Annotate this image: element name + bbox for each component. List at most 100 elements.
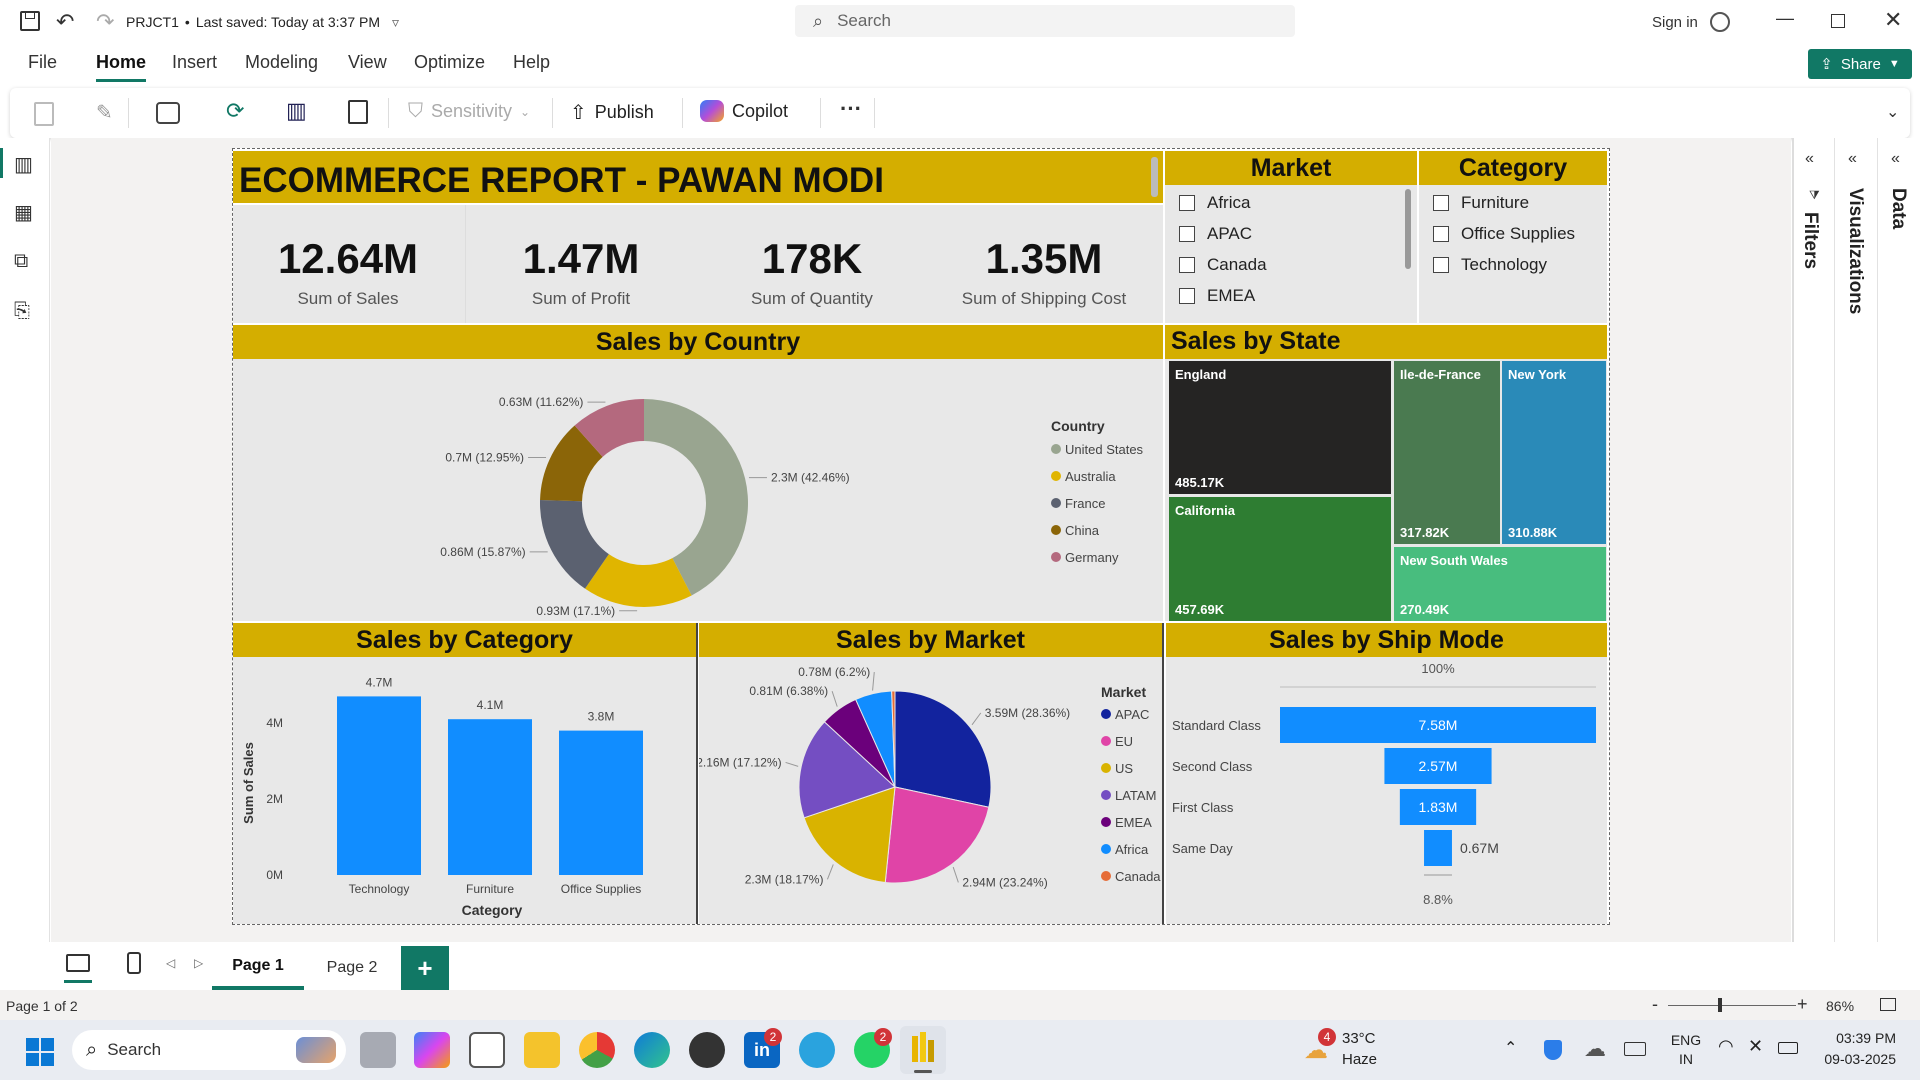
chrome-icon[interactable] bbox=[579, 1032, 615, 1068]
file-info[interactable]: PRJCT1 • Last saved: Today at 3:37 PM ▿ bbox=[126, 14, 399, 31]
tab-help[interactable]: Help bbox=[513, 52, 550, 73]
tab-insert[interactable]: Insert bbox=[172, 52, 217, 73]
tab-view[interactable]: View bbox=[348, 52, 387, 73]
share-button[interactable]: ⇪ Share ▼ bbox=[1808, 49, 1912, 79]
checkbox[interactable] bbox=[1433, 195, 1449, 211]
more-options-button[interactable]: ··· bbox=[840, 96, 862, 122]
expand-icon[interactable]: « bbox=[1848, 150, 1857, 168]
checkbox[interactable] bbox=[1179, 288, 1195, 304]
checkbox[interactable] bbox=[1433, 226, 1449, 242]
sales-by-category-visual[interactable]: Sales by Category 0M 2M 4M Sum of Sales 4.7M… bbox=[233, 623, 698, 924]
prev-page-icon[interactable]: ◁ bbox=[166, 956, 175, 970]
windows-start-icon[interactable] bbox=[26, 1038, 54, 1066]
sales-by-state-visual[interactable]: Sales by State England 485.17K Californi… bbox=[1165, 325, 1607, 621]
expand-icon[interactable]: « bbox=[1891, 150, 1900, 168]
zoom-out-button[interactable]: - bbox=[1652, 994, 1658, 1015]
keyboard-icon[interactable] bbox=[1624, 1042, 1646, 1056]
scrollbar[interactable] bbox=[1405, 189, 1411, 269]
defender-icon[interactable] bbox=[1544, 1040, 1562, 1060]
sales-by-country-visual[interactable]: Sales by Country 2.3M (42.46%) 0.93M (17.… bbox=[233, 325, 1163, 621]
category-label: First Class bbox=[1172, 800, 1234, 815]
edge-icon[interactable] bbox=[634, 1032, 670, 1068]
notification-badge: 2 bbox=[764, 1028, 782, 1046]
zoom-in-button[interactable]: + bbox=[1797, 994, 1808, 1015]
fit-to-page-icon[interactable] bbox=[1880, 998, 1896, 1011]
minimize-button[interactable]: — bbox=[1776, 8, 1794, 29]
visualizations-pane[interactable]: « Visualizations bbox=[1836, 138, 1878, 942]
sales-by-ship-mode-visual[interactable]: Sales by Ship Mode 100% 7.58M Standard Cla… bbox=[1166, 623, 1607, 924]
sales-by-market-visual[interactable]: Sales by Market 3.59M (28.36%) 2.94M (23.… bbox=[699, 623, 1164, 924]
page-tab-1[interactable]: Page 1 bbox=[212, 946, 304, 990]
treemap-tile-california[interactable]: California 457.69K bbox=[1169, 497, 1391, 621]
checkbox[interactable] bbox=[1179, 226, 1195, 242]
snipping-tool-icon[interactable] bbox=[689, 1032, 725, 1068]
slicer-item[interactable]: Technology bbox=[1433, 255, 1547, 275]
report-view-icon[interactable]: ▥ bbox=[14, 152, 33, 177]
slicer-item[interactable]: APAC bbox=[1179, 224, 1252, 244]
page-tab-2[interactable]: Page 2 bbox=[306, 946, 398, 990]
ribbon-tabs: File Home Insert Modeling View Optimize … bbox=[0, 44, 1920, 84]
onedrive-icon[interactable]: ☁ bbox=[1584, 1036, 1606, 1062]
tab-file[interactable]: File bbox=[28, 52, 57, 73]
format-painter-icon[interactable]: ✎ bbox=[96, 100, 113, 125]
treemap-tile-ile-de-france[interactable]: Ile-de-France 317.82K bbox=[1394, 361, 1500, 544]
slicer-item[interactable]: Africa bbox=[1179, 193, 1250, 213]
sensitivity-button[interactable]: ⛉ Sensitivity ⌄ bbox=[408, 100, 530, 123]
search-input[interactable]: ⌕ Search bbox=[795, 5, 1295, 37]
copilot-taskbar-icon[interactable] bbox=[414, 1032, 450, 1068]
powerbi-taskbar-icon[interactable] bbox=[900, 1026, 946, 1074]
expand-icon[interactable]: « bbox=[1805, 150, 1814, 168]
maximize-button[interactable] bbox=[1831, 14, 1845, 28]
language-indicator[interactable]: ENG IN bbox=[1668, 1032, 1704, 1067]
clock[interactable]: 03:39 PM 09-03-2025 bbox=[1810, 1030, 1896, 1067]
treemap-tile-england[interactable]: England 485.17K bbox=[1169, 361, 1391, 494]
redo-icon[interactable]: ↷ bbox=[96, 9, 114, 35]
calculator-icon[interactable] bbox=[348, 100, 368, 124]
filters-pane[interactable]: « ⧩ Filters bbox=[1793, 138, 1835, 942]
slicer-item[interactable]: Canada bbox=[1179, 255, 1267, 275]
close-button[interactable]: ✕ bbox=[1884, 7, 1902, 33]
zoom-slider-thumb[interactable] bbox=[1718, 998, 1722, 1012]
scrollbar[interactable] bbox=[1151, 157, 1158, 197]
next-page-icon[interactable]: ▷ bbox=[194, 956, 203, 970]
file-explorer-icon[interactable] bbox=[524, 1032, 560, 1068]
slicer-item[interactable]: Office Supplies bbox=[1433, 224, 1575, 244]
refresh-icon[interactable]: ⟳ bbox=[226, 98, 244, 124]
battery-icon[interactable] bbox=[1778, 1042, 1798, 1054]
add-page-button[interactable]: + bbox=[401, 946, 449, 990]
treemap-tile-new-york[interactable]: New York 310.88K bbox=[1502, 361, 1606, 544]
telegram-icon[interactable] bbox=[799, 1032, 835, 1068]
get-data-icon[interactable] bbox=[156, 102, 180, 124]
data-pane[interactable]: « Data bbox=[1879, 138, 1920, 942]
checkbox[interactable] bbox=[1179, 195, 1195, 211]
slicer-item[interactable]: EMEA bbox=[1179, 286, 1255, 306]
checkbox[interactable] bbox=[1179, 257, 1195, 273]
publish-button[interactable]: ⇧ Publish bbox=[570, 100, 654, 125]
save-icon[interactable] bbox=[20, 11, 40, 31]
dax-query-icon[interactable]: ⎘ bbox=[14, 300, 30, 323]
taskbar-search[interactable]: ⌕ Search bbox=[72, 1030, 346, 1070]
treemap-tile-new-south-wales[interactable]: New South Wales 270.49K bbox=[1394, 547, 1606, 621]
mobile-layout-icon[interactable] bbox=[127, 952, 141, 974]
task-view-icon[interactable] bbox=[360, 1032, 396, 1068]
checkbox[interactable] bbox=[1433, 257, 1449, 273]
model-view-icon[interactable]: ⧉ bbox=[14, 250, 28, 273]
undo-icon[interactable]: ↶ bbox=[56, 9, 74, 35]
mute-icon[interactable]: ✕ bbox=[1748, 1036, 1763, 1057]
tab-home[interactable]: Home bbox=[96, 52, 147, 82]
new-visual-icon[interactable]: ▥ bbox=[286, 98, 307, 124]
tab-optimize[interactable]: Optimize bbox=[414, 52, 485, 73]
slicer-item[interactable]: Furniture bbox=[1433, 193, 1529, 213]
tab-modeling[interactable]: Modeling bbox=[245, 52, 318, 73]
table-view-icon[interactable]: ▦ bbox=[14, 200, 33, 225]
paste-icon[interactable] bbox=[34, 102, 54, 126]
chevron-up-icon[interactable]: ⌃ bbox=[1504, 1038, 1517, 1058]
data-label: 0.7M (12.95%) bbox=[445, 451, 524, 465]
wifi-icon[interactable]: ◠ bbox=[1718, 1036, 1734, 1057]
desktop-layout-icon[interactable] bbox=[66, 954, 90, 972]
sign-in-button[interactable]: Sign in bbox=[1652, 12, 1730, 32]
zoom-slider[interactable] bbox=[1668, 1005, 1796, 1006]
store-icon[interactable] bbox=[469, 1032, 505, 1068]
collapse-ribbon-icon[interactable]: ⌄ bbox=[1886, 102, 1899, 122]
copilot-button[interactable]: Copilot bbox=[700, 100, 788, 122]
